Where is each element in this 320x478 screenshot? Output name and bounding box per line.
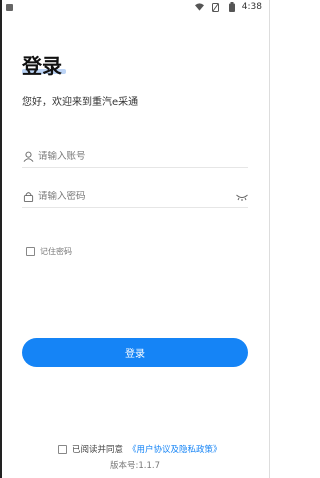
version-text: 版本号:1.1.7 xyxy=(110,461,160,471)
screen-edge-right xyxy=(269,0,270,478)
account-input[interactable] xyxy=(38,151,248,162)
lock-icon xyxy=(22,191,34,203)
screen-edge xyxy=(0,0,2,478)
no-sim-icon xyxy=(210,1,222,13)
login-button[interactable]: 登录 xyxy=(22,338,248,367)
page-title: 登录 xyxy=(22,54,62,78)
wifi-icon xyxy=(194,1,206,13)
remember-checkbox[interactable] xyxy=(26,247,35,256)
account-field[interactable] xyxy=(22,146,248,168)
user-icon xyxy=(22,151,34,163)
password-input[interactable] xyxy=(38,191,236,202)
remember-label: 记住密码 xyxy=(40,247,72,256)
welcome-text: 您好，欢迎来到重汽e采通 xyxy=(22,97,139,108)
eye-closed-icon[interactable] xyxy=(236,191,248,203)
agreement-link[interactable]: 《用户协议及隐私政策》 xyxy=(128,443,222,455)
status-bar: 4:38 xyxy=(0,0,270,14)
agree-checkbox[interactable] xyxy=(58,444,67,454)
agreement-row[interactable]: 已阅读并同意 《用户协议及隐私政策》 xyxy=(58,443,222,455)
password-field[interactable] xyxy=(22,186,248,208)
clock-time: 4:38 xyxy=(241,2,262,12)
battery-icon xyxy=(226,1,238,13)
remember-password[interactable]: 记住密码 xyxy=(26,246,72,257)
agree-prefix: 已阅读并同意 xyxy=(72,445,124,455)
notification-icon xyxy=(6,3,13,11)
